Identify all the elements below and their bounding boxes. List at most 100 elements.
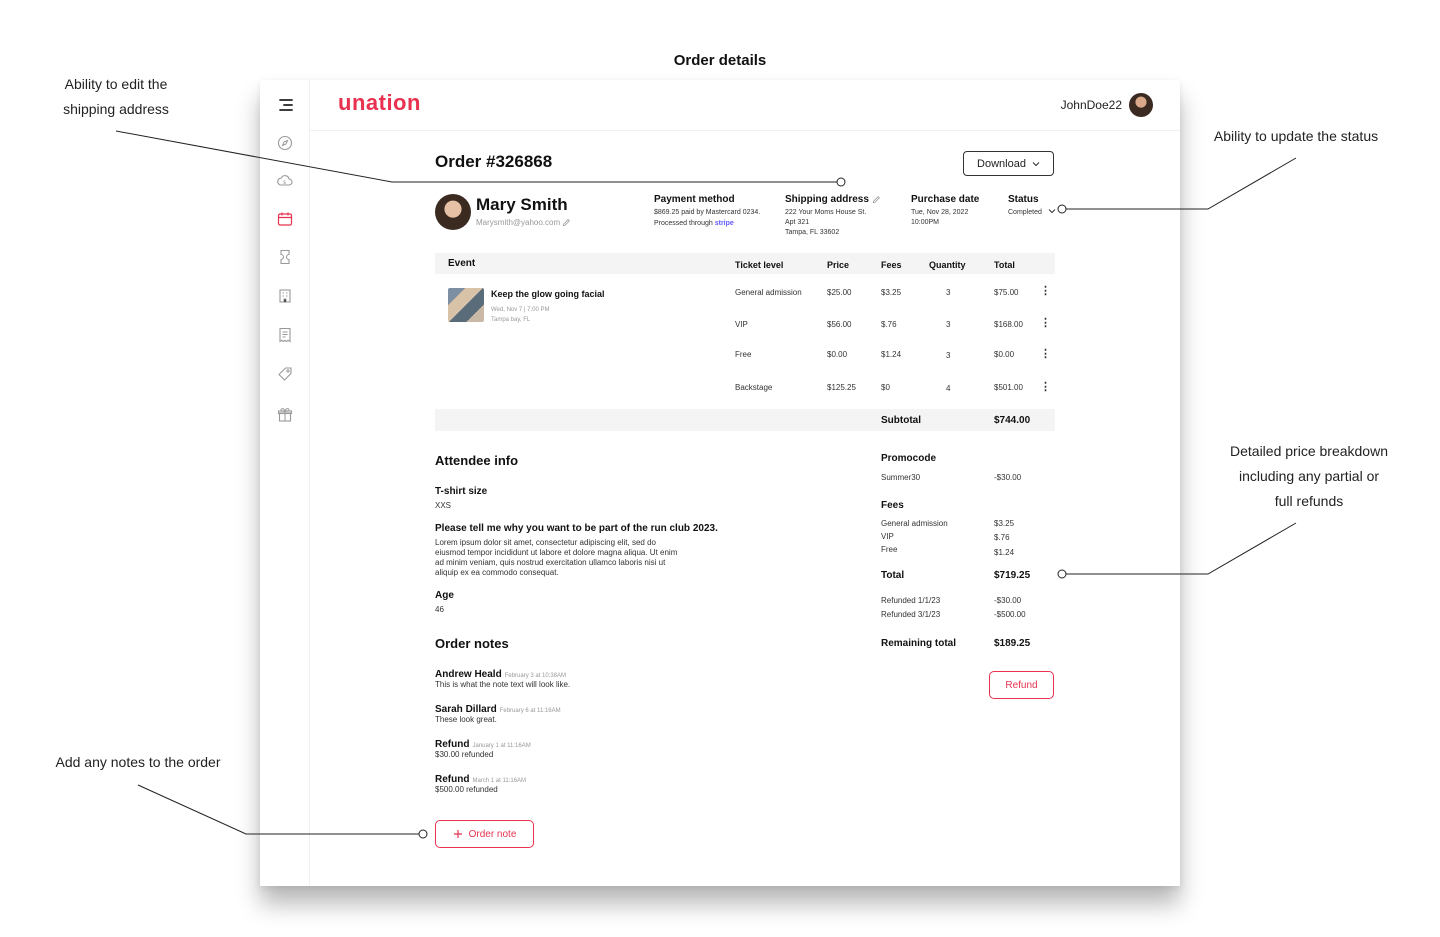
sidebar: $ bbox=[260, 80, 310, 886]
fee-value: $1.24 bbox=[994, 548, 1015, 557]
event-image bbox=[448, 288, 484, 322]
annotation-line: Detailed price breakdown bbox=[1230, 443, 1388, 459]
row-price: $25.00 bbox=[827, 288, 852, 297]
customer-avatar bbox=[435, 194, 471, 230]
gift-icon[interactable] bbox=[276, 406, 294, 424]
subtotal-bar bbox=[435, 409, 1055, 431]
annotation-add-notes: Add any notes to the order bbox=[55, 754, 221, 770]
note-text: This is what the note text will look lik… bbox=[435, 680, 571, 689]
annotation-edit-shipping: Ability to edit the shipping address bbox=[36, 72, 196, 122]
subtotal-label: Subtotal bbox=[881, 415, 921, 426]
download-button[interactable]: Download bbox=[963, 151, 1054, 176]
username[interactable]: JohnDoe22 bbox=[1061, 98, 1122, 112]
unation-logo[interactable]: unation bbox=[338, 90, 421, 116]
cloud-money-icon[interactable]: $ bbox=[276, 172, 294, 190]
note-date: February 3 at 10:38AM bbox=[504, 673, 567, 679]
app-window: $ unation JohnDoe22 Order #326868 Downlo… bbox=[260, 80, 1180, 886]
remaining-value: $189.25 bbox=[994, 638, 1031, 649]
tshirt-label: T-shirt size bbox=[435, 486, 488, 497]
promo-code: Summer30 bbox=[881, 473, 921, 482]
note-text: $500.00 refunded bbox=[435, 785, 498, 794]
note-date: January 1 at 11:16AM bbox=[472, 743, 531, 749]
download-label: Download bbox=[977, 157, 1026, 170]
answer-line: eiusmod tempor incididunt ut labore et d… bbox=[435, 548, 678, 557]
note-item: Sarah Dillard February 6 at 11:16AM These… bbox=[435, 704, 561, 724]
row-ticket: Backstage bbox=[735, 383, 773, 392]
answer-line: Lorem ipsum dolor sit amet, consectetur … bbox=[435, 538, 656, 547]
note-item: Refund March 1 at 11:16AM $500.00 refunde… bbox=[435, 774, 526, 794]
total-value: $719.25 bbox=[994, 570, 1031, 581]
add-order-note-button[interactable]: Order note bbox=[435, 820, 534, 848]
note-author: Sarah Dillard bbox=[435, 704, 497, 715]
row-more-icon[interactable]: ⋮ bbox=[1040, 347, 1051, 360]
annotation-update-status: Ability to update the status bbox=[1213, 128, 1379, 144]
receipt-icon[interactable] bbox=[276, 326, 294, 344]
th-fees: Fees bbox=[881, 260, 902, 270]
event-date: Wed, Nov 7 | 7:00 PM bbox=[491, 307, 550, 313]
status: Status Completed bbox=[1008, 194, 1056, 218]
annotation-line: full refunds bbox=[1274, 493, 1344, 509]
row-more-icon[interactable]: ⋮ bbox=[1040, 380, 1051, 393]
row-total: $75.00 bbox=[994, 288, 1019, 297]
annotation-line: shipping address bbox=[63, 101, 169, 117]
user-avatar[interactable] bbox=[1129, 93, 1153, 117]
row-price: $0.00 bbox=[827, 350, 848, 359]
question-answer: Lorem ipsum dolor sit amet, consectetur … bbox=[435, 538, 705, 578]
annotation-breakdown: Detailed price breakdown including any p… bbox=[1206, 439, 1412, 514]
edit-shipping-pencil-icon[interactable] bbox=[872, 195, 881, 204]
pencil-icon[interactable] bbox=[562, 218, 571, 227]
annotation-line: including any partial or bbox=[1238, 468, 1380, 484]
compass-icon[interactable] bbox=[276, 134, 294, 152]
menu-icon[interactable] bbox=[276, 96, 294, 114]
customer-name: Mary Smith bbox=[476, 195, 568, 214]
status-label: Status bbox=[1008, 194, 1039, 205]
notes-title: Order notes bbox=[435, 636, 509, 651]
payment-line: $869.25 paid by Mastercard 0234. bbox=[654, 209, 761, 216]
add-note-label: Order note bbox=[468, 828, 517, 840]
fee-name: VIP bbox=[881, 532, 894, 541]
event-place: Tampa bay, FL bbox=[491, 317, 531, 323]
answer-line: ad minim veniam, quis nostrud exercitati… bbox=[435, 558, 666, 567]
promo-value: -$30.00 bbox=[994, 473, 1022, 482]
subtotal-value: $744.00 bbox=[994, 415, 1031, 426]
topbar: unation JohnDoe22 bbox=[310, 80, 1180, 131]
shipping-header: Shipping address bbox=[785, 194, 881, 205]
row-price: $56.00 bbox=[827, 320, 852, 329]
building-icon[interactable] bbox=[276, 287, 294, 305]
question-label: Please tell me why you want to be part o… bbox=[435, 523, 718, 534]
order-title: Order #326868 bbox=[435, 152, 553, 171]
th-ticket: Ticket level bbox=[735, 260, 784, 270]
refund-button[interactable]: Refund bbox=[989, 671, 1054, 699]
row-more-icon[interactable]: ⋮ bbox=[1040, 284, 1051, 297]
row-fees: $3.25 bbox=[881, 288, 902, 297]
answer-line: aliquip ex ea commodo consequat. bbox=[435, 568, 559, 577]
note-author: Refund bbox=[435, 739, 470, 750]
event-name[interactable]: Keep the glow going facial bbox=[491, 289, 605, 299]
refund-name: Refunded 1/1/23 bbox=[881, 596, 941, 605]
event-meta: Wed, Nov 7 | 7:00 PM Tampa bay, FL bbox=[491, 305, 549, 325]
tag-icon[interactable] bbox=[276, 365, 294, 383]
annotation-line: Ability to edit the bbox=[64, 76, 168, 92]
row-total: $501.00 bbox=[994, 383, 1023, 392]
total-label: Total bbox=[881, 570, 905, 581]
refund-name: Refunded 3/1/23 bbox=[881, 610, 941, 619]
ticket-icon[interactable] bbox=[276, 248, 294, 266]
row-more-icon[interactable]: ⋮ bbox=[1040, 316, 1051, 329]
payment-method: Payment method $869.25 paid by Mastercar… bbox=[654, 194, 760, 229]
plus-icon bbox=[453, 830, 462, 838]
fee-value: $.76 bbox=[994, 533, 1010, 542]
row-total: $0.00 bbox=[994, 350, 1015, 359]
attendee-title: Attendee info bbox=[435, 453, 519, 468]
page-title: Order details bbox=[673, 52, 767, 69]
payment-label: Payment method bbox=[654, 194, 735, 205]
row-qty: 4 bbox=[946, 384, 951, 393]
tshirt-value: XXS bbox=[435, 501, 452, 510]
fee-name: Free bbox=[881, 545, 898, 554]
fee-value: $3.25 bbox=[994, 519, 1015, 528]
status-select[interactable]: Completed bbox=[1008, 208, 1056, 218]
row-ticket: Free bbox=[735, 350, 752, 359]
th-price: Price bbox=[827, 260, 850, 270]
row-ticket: VIP bbox=[735, 320, 748, 329]
shipping-label: Shipping address bbox=[785, 194, 869, 205]
calendar-icon[interactable] bbox=[276, 210, 294, 228]
